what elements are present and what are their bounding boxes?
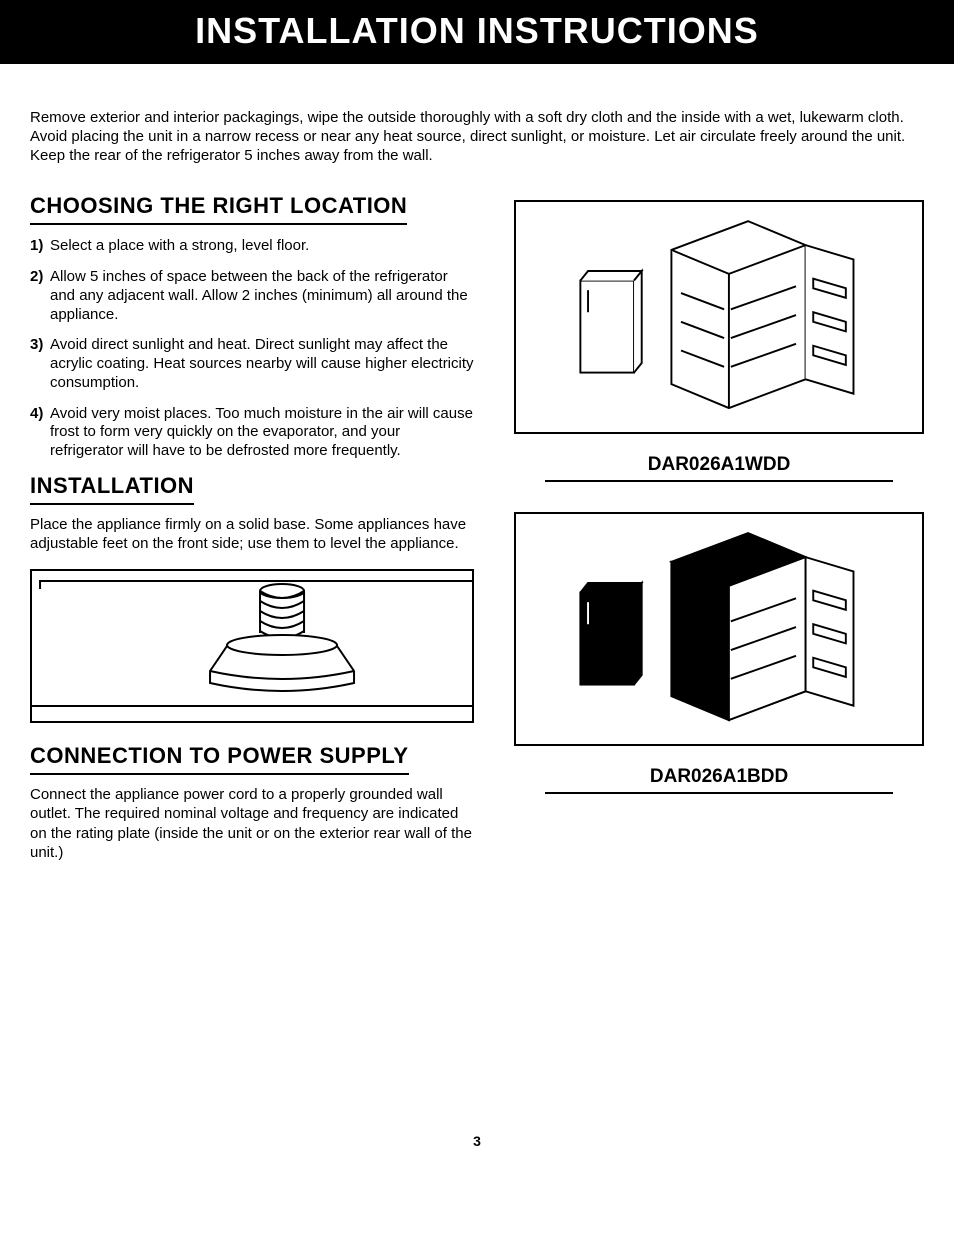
installation-body: Place the appliance firmly on a solid ba… (30, 515, 474, 554)
left-column: CHOOSING THE RIGHT LOCATION 1)Select a p… (30, 185, 474, 873)
list-marker: 3) (30, 336, 50, 355)
power-body: Connect the appliance power cord to a pr… (30, 785, 474, 863)
page-title: INSTALLATION INSTRUCTIONS (195, 10, 759, 51)
intro-paragraph: Remove exterior and interior packagings,… (30, 109, 924, 165)
leveling-foot-icon (32, 571, 472, 721)
list-text: Allow 5 inches of space between the back… (50, 268, 468, 323)
model-white-label: DAR026A1WDD (545, 454, 893, 482)
list-marker: 4) (30, 405, 50, 424)
list-text: Avoid direct sunlight and heat. Direct s… (50, 336, 474, 391)
list-item: 4)Avoid very moist places. Too much mois… (30, 405, 474, 461)
leveling-foot-diagram (30, 569, 474, 723)
model-white-diagram (514, 200, 924, 434)
heading-installation: INSTALLATION (30, 473, 194, 505)
two-column-layout: CHOOSING THE RIGHT LOCATION 1)Select a p… (30, 185, 924, 873)
list-marker: 2) (30, 268, 50, 287)
list-item: 1)Select a place with a strong, level fl… (30, 237, 474, 256)
list-item: 3)Avoid direct sunlight and heat. Direct… (30, 336, 474, 392)
location-steps-list: 1)Select a place with a strong, level fl… (30, 237, 474, 461)
model-black-diagram (514, 512, 924, 746)
right-column: DAR026A1WDD (514, 185, 924, 873)
model-black-label: DAR026A1BDD (545, 766, 893, 794)
page-number: 3 (30, 1133, 924, 1169)
fridge-white-icon (566, 202, 873, 432)
heading-choosing-location: CHOOSING THE RIGHT LOCATION (30, 193, 407, 225)
page-body: Remove exterior and interior packagings,… (0, 64, 954, 1169)
heading-power: CONNECTION TO POWER SUPPLY (30, 743, 409, 775)
list-item: 2)Allow 5 inches of space between the ba… (30, 268, 474, 324)
list-marker: 1) (30, 237, 50, 256)
fridge-black-icon (566, 514, 873, 744)
list-text: Avoid very moist places. Too much moistu… (50, 405, 473, 460)
page-title-bar: INSTALLATION INSTRUCTIONS (0, 0, 954, 64)
list-text: Select a place with a strong, level floo… (50, 237, 309, 254)
